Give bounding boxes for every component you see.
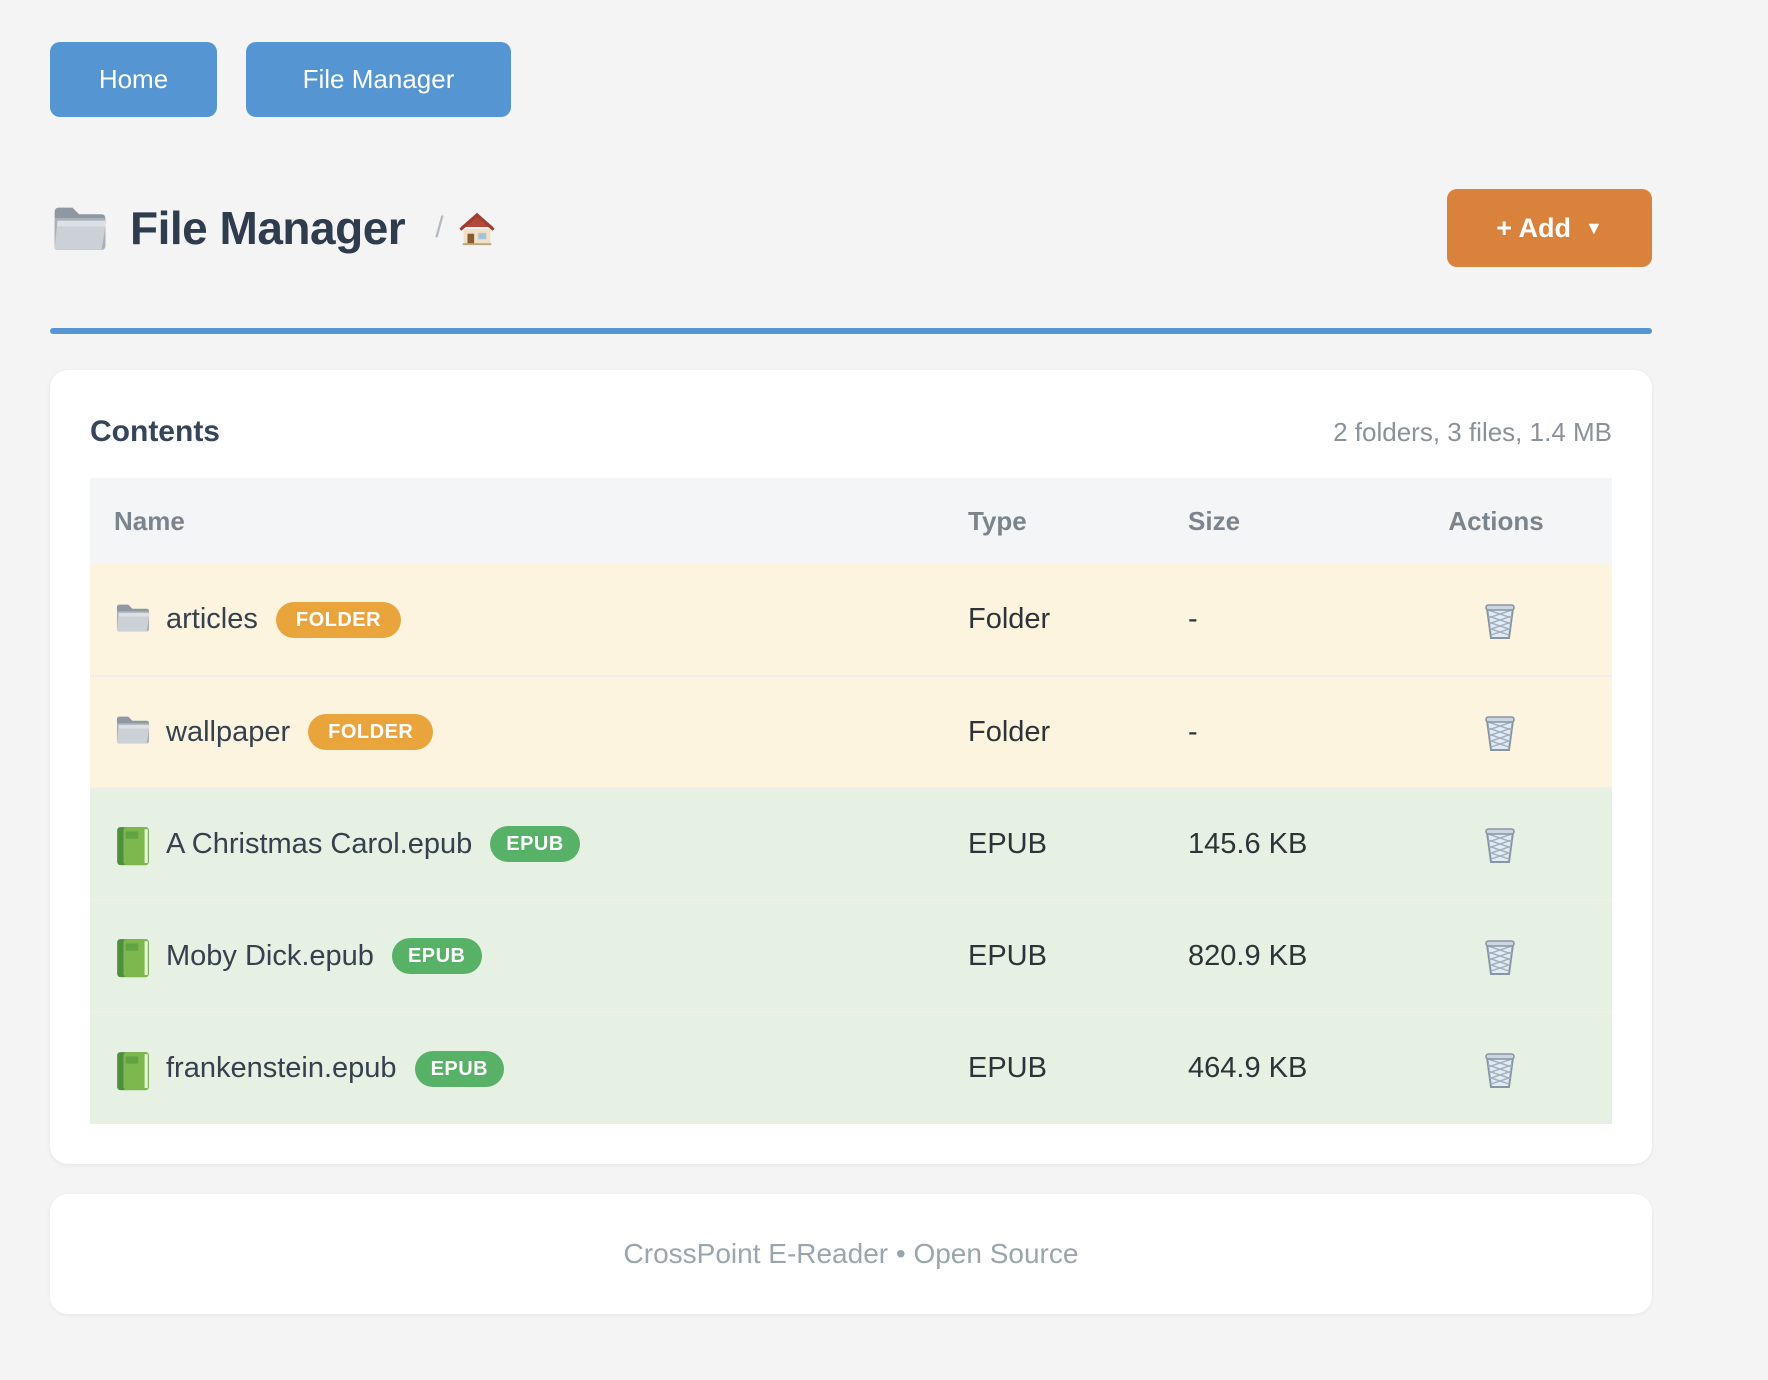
name-cell: frankenstein.epub EPUB <box>90 1012 960 1124</box>
contents-heading: Contents <box>90 415 220 449</box>
table-row: A Christmas Carol.epub EPUB EPUB 145.6 K… <box>90 788 1612 900</box>
type-cell: EPUB <box>960 1012 1180 1124</box>
size-cell: 145.6 KB <box>1180 788 1380 900</box>
table-row: frankenstein.epub EPUB EPUB 464.9 KB <box>90 1012 1612 1124</box>
file-type-badge: EPUB <box>392 938 482 974</box>
table-row: wallpaper FOLDER Folder - <box>90 676 1612 788</box>
delete-button[interactable] <box>1472 592 1528 648</box>
file-name: wallpaper <box>166 716 290 749</box>
page-title: File Manager <box>130 201 405 255</box>
actions-cell <box>1380 788 1612 900</box>
nav-bar: Home File Manager <box>50 42 1652 117</box>
name-cell: A Christmas Carol.epub EPUB <box>90 788 960 900</box>
file-link[interactable]: wallpaper FOLDER <box>114 713 960 751</box>
file-table: Name Type Size Actions articles FOLDER F… <box>90 478 1612 1124</box>
table-header-row: Name Type Size Actions <box>90 478 1612 564</box>
actions-cell <box>1380 676 1612 788</box>
add-button-label: + Add <box>1496 213 1571 244</box>
table-row: articles FOLDER Folder - <box>90 564 1612 676</box>
nav-home-button[interactable]: Home <box>50 42 217 117</box>
header-divider <box>50 328 1652 334</box>
book-icon <box>114 825 152 863</box>
delete-button[interactable] <box>1472 1041 1528 1097</box>
name-cell: articles FOLDER <box>90 564 960 676</box>
table-row: Moby Dick.epub EPUB EPUB 820.9 KB <box>90 900 1612 1012</box>
footer-text: CrossPoint E-Reader • Open Source <box>624 1238 1079 1270</box>
file-name: articles <box>166 603 258 636</box>
chevron-down-icon: ▼ <box>1585 218 1603 239</box>
breadcrumb-separator: / <box>435 211 443 245</box>
column-header-size: Size <box>1180 478 1380 564</box>
file-name: frankenstein.epub <box>166 1052 397 1085</box>
file-link[interactable]: articles FOLDER <box>114 601 960 639</box>
file-link[interactable]: frankenstein.epub EPUB <box>114 1050 960 1088</box>
folder-icon <box>114 713 152 751</box>
actions-cell <box>1380 900 1612 1012</box>
file-type-badge: FOLDER <box>308 714 433 750</box>
file-type-badge: EPUB <box>490 826 580 862</box>
page-header: File Manager / + Add ▼ <box>50 189 1652 267</box>
page: Home File Manager File Manager / + Add ▼… <box>50 0 1652 1314</box>
delete-button[interactable] <box>1472 704 1528 760</box>
column-header-actions: Actions <box>1380 478 1612 564</box>
footer: CrossPoint E-Reader • Open Source <box>50 1194 1652 1314</box>
size-cell: - <box>1180 564 1380 676</box>
actions-cell <box>1380 564 1612 676</box>
contents-summary: 2 folders, 3 files, 1.4 MB <box>1333 417 1612 448</box>
name-cell: wallpaper FOLDER <box>90 676 960 788</box>
delete-button[interactable] <box>1472 928 1528 984</box>
file-name: Moby Dick.epub <box>166 940 374 973</box>
size-cell: 820.9 KB <box>1180 900 1380 1012</box>
file-name: A Christmas Carol.epub <box>166 828 472 861</box>
actions-cell <box>1380 1012 1612 1124</box>
delete-button[interactable] <box>1472 816 1528 872</box>
column-header-name: Name <box>90 478 960 564</box>
type-cell: EPUB <box>960 900 1180 1012</box>
size-cell: - <box>1180 676 1380 788</box>
contents-card-header: Contents 2 folders, 3 files, 1.4 MB <box>90 410 1612 454</box>
type-cell: Folder <box>960 564 1180 676</box>
folder-icon <box>114 601 152 639</box>
nav-file-manager-button[interactable]: File Manager <box>246 42 511 117</box>
file-type-badge: EPUB <box>415 1051 505 1087</box>
add-button[interactable]: + Add ▼ <box>1447 189 1652 267</box>
book-icon <box>114 1050 152 1088</box>
column-header-type: Type <box>960 478 1180 564</box>
file-link[interactable]: Moby Dick.epub EPUB <box>114 937 960 975</box>
contents-card: Contents 2 folders, 3 files, 1.4 MB Name… <box>50 370 1652 1164</box>
file-link[interactable]: A Christmas Carol.epub EPUB <box>114 825 960 863</box>
file-type-badge: FOLDER <box>276 602 401 638</box>
type-cell: EPUB <box>960 788 1180 900</box>
folder-icon <box>50 202 110 254</box>
book-icon <box>114 937 152 975</box>
name-cell: Moby Dick.epub EPUB <box>90 900 960 1012</box>
type-cell: Folder <box>960 676 1180 788</box>
house-icon[interactable] <box>458 209 496 247</box>
size-cell: 464.9 KB <box>1180 1012 1380 1124</box>
